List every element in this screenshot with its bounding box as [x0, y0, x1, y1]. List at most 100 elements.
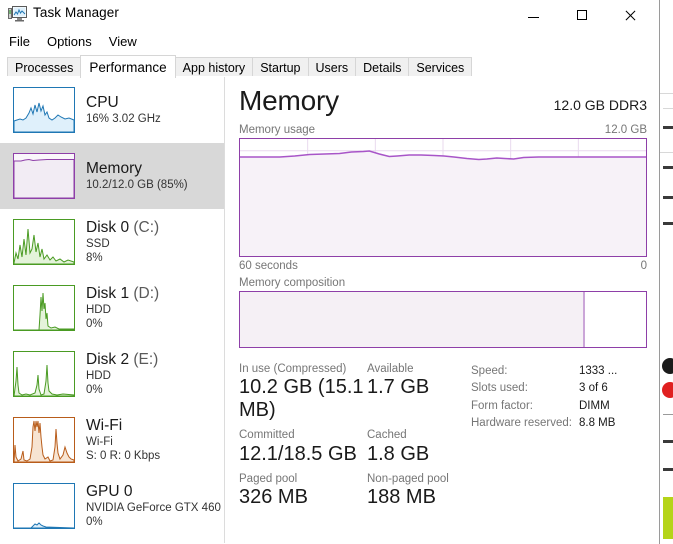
menu-item-view[interactable]: View [109, 34, 137, 49]
sidebar-item-text: Memory 10.2/12.0 GB (85%) [86, 160, 188, 191]
tab-performance[interactable]: Performance [80, 55, 176, 78]
sidebar-item-title: Memory [86, 160, 142, 178]
usage-graph-caption-row: Memory usage 12.0 GB [239, 124, 647, 136]
background-bar [663, 440, 673, 443]
sidebar-item-gpu-0[interactable]: GPU 0 NVIDIA GeForce GTX 460 0% [0, 473, 224, 539]
background-line [663, 414, 673, 415]
stat-cached: Cached [367, 428, 471, 442]
background-bar [663, 468, 673, 471]
sidebar-item-text: CPU 16% 3.02 GHz [86, 94, 161, 125]
memory-composition-chart[interactable] [239, 291, 647, 348]
memory-usage-chart[interactable] [239, 138, 647, 257]
background-green-block [663, 497, 673, 539]
stat-paged-pool-label: Paged pool [239, 472, 298, 485]
sidebar-item-sub2: S: 0 R: 0 Kbps [86, 449, 161, 462]
background-bar [663, 196, 673, 199]
stat-row-committed-cached: Committed Cached [239, 428, 471, 442]
minimize-button[interactable] [511, 0, 556, 30]
memory-hardware-specs: Speed: 1333 ... Slots used: 3 of 6 Form … [471, 362, 647, 516]
spec-row-hardware-reserved: Hardware reserved: 8.8 MB [471, 415, 647, 432]
background-dark-circle-icon [662, 358, 673, 374]
axis-label-left: 60 seconds [239, 260, 298, 272]
stat-available-value: 1.7 GB [367, 376, 430, 399]
tab-processes[interactable]: Processes [7, 57, 82, 77]
sidebar-item-sub1: HDD [86, 303, 111, 316]
gpu-0-thumbnail-graph [13, 483, 75, 529]
sidebar-item-sub1: NVIDIA GeForce GTX 460 [86, 501, 221, 514]
resource-sidebar[interactable]: CPU 16% 3.02 GHz Memory 10.2/12.0 GB (85… [0, 77, 225, 543]
stat-row-pools-values: 326 MB 188 MB [239, 486, 471, 515]
stat-available-label: Available [367, 363, 414, 375]
stat-row-pools: Paged pool Non-paged pool [239, 472, 471, 486]
sidebar-item-sub2: 0% [86, 383, 103, 396]
tab-app-history[interactable]: App history [174, 57, 254, 77]
sidebar-item-wifi[interactable]: Wi-Fi Wi-Fi S: 0 R: 0 Kbps [0, 407, 224, 473]
spec-slots-used-label: Slots used: [471, 382, 528, 395]
sidebar-item-disk-1[interactable]: Disk 1 (D:) HDD 0% [0, 275, 224, 341]
stat-nonpaged-pool-label: Non-paged pool [367, 472, 449, 485]
disk-0-thumbnail-graph [13, 219, 75, 265]
sidebar-item-sub2: 8% [86, 251, 103, 264]
sidebar-item-text: GPU 0 NVIDIA GeForce GTX 460 0% [86, 483, 221, 528]
stat-cached-value: 1.8 GB [367, 442, 430, 465]
sidebar-item-text: Disk 1 (D:) HDD 0% [86, 285, 159, 330]
panel-header: Memory 12.0 GB DDR3 [239, 77, 647, 117]
sidebar-item-text: Disk 0 (C:) SSD 8% [86, 219, 159, 264]
stat-paged-pool: Paged pool [239, 472, 367, 486]
minimize-icon [528, 16, 539, 18]
tab-services[interactable]: Services [408, 57, 473, 77]
sidebar-item-disk-2[interactable]: Disk 2 (E:) HDD 0% [0, 341, 224, 407]
sidebar-item-title: Disk 2 (E:) [86, 351, 159, 369]
memory-detail-panel: Memory 12.0 GB DDR3 Memory usage 12.0 GB [225, 77, 659, 543]
maximize-button[interactable] [559, 0, 604, 30]
spec-row-slots-used: Slots used: 3 of 6 [471, 380, 647, 397]
wifi-thumbnail-graph [13, 417, 75, 463]
sidebar-item-text: Disk 2 (E:) HDD 0% [86, 351, 158, 396]
tab-startup[interactable]: Startup [252, 57, 309, 77]
sidebar-item-cpu[interactable]: CPU 16% 3.02 GHz [0, 77, 224, 143]
stat-available: Available [367, 362, 471, 376]
tab-strip: Processes Performance App history Startu… [0, 55, 659, 78]
sidebar-item-title: GPU 0 [86, 483, 133, 501]
stat-committed-value: 12.1/18.5 GB [239, 442, 357, 465]
composition-in-use-segment [240, 292, 586, 347]
sidebar-item-sub1: HDD [86, 369, 111, 382]
sidebar-item-title: Disk 0 (C:) [86, 219, 160, 237]
usage-graph-max: 12.0 GB [604, 124, 647, 136]
stat-committed-value-wrap: 12.1/18.5 GB [239, 443, 367, 472]
spec-row-form-factor: Form factor: DIMM [471, 398, 647, 415]
tab-details[interactable]: Details [355, 57, 410, 77]
background-bar [663, 222, 673, 225]
title-bar: Task Manager [0, 0, 659, 30]
stat-in-use-value-wrap: 10.2 GB (15.1 MB) [239, 376, 367, 428]
sidebar-item-title: Disk 1 (D:) [86, 285, 160, 303]
menu-item-file[interactable]: File [9, 34, 30, 49]
close-icon [624, 10, 635, 21]
sidebar-item-memory[interactable]: Memory 10.2/12.0 GB (85%) [0, 143, 224, 209]
background-red-circle-icon [662, 382, 673, 398]
stat-committed: Committed [239, 428, 367, 442]
maximize-icon [576, 10, 587, 20]
sidebar-item-sub1: SSD [86, 237, 110, 250]
spec-speed-label: Speed: [471, 365, 508, 377]
sidebar-item-disk-0[interactable]: Disk 0 (C:) SSD 8% [0, 209, 224, 275]
memory-statistics-left: In use (Compressed) Available 10.2 GB (1… [239, 362, 471, 516]
spec-hardware-reserved-label: Hardware reserved: [471, 416, 572, 429]
stat-cached-value-wrap: 1.8 GB [367, 443, 471, 472]
usage-graph-axis-row: 60 seconds 0 [239, 260, 647, 272]
menu-item-options[interactable]: Options [47, 34, 92, 49]
task-manager-icon [8, 6, 27, 22]
content-area: CPU 16% 3.02 GHz Memory 10.2/12.0 GB (85… [0, 77, 659, 543]
stat-in-use: In use (Compressed) [239, 362, 367, 376]
tab-users[interactable]: Users [307, 57, 357, 77]
spec-speed-value: 1333 ... [579, 365, 618, 377]
spec-row-speed: Speed: 1333 ... [471, 363, 647, 380]
background-bar [663, 166, 673, 169]
menu-bar: File Options View [0, 30, 659, 53]
spec-form-factor-label: Form factor: [471, 399, 533, 412]
sidebar-item-sub2: 0% [86, 515, 103, 528]
background-line [663, 108, 673, 109]
close-button[interactable] [607, 0, 652, 30]
sidebar-item-sub1: 10.2/12.0 GB (85%) [86, 178, 188, 191]
memory-thumbnail-graph [13, 153, 75, 199]
